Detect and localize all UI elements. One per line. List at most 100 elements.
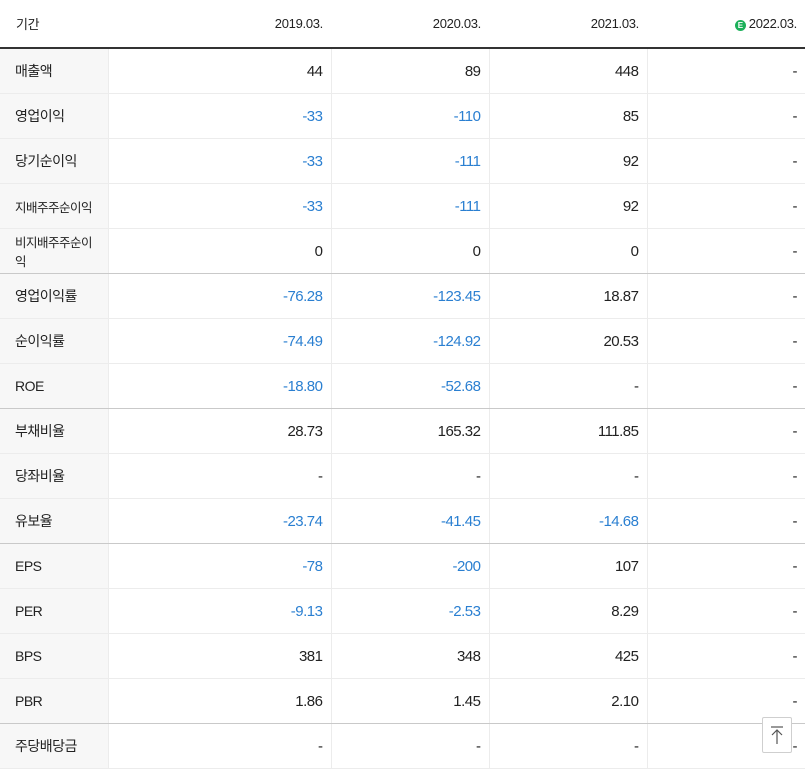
row-label: 유보율 — [0, 498, 108, 544]
row-label: 지배주주순이익 — [0, 183, 108, 229]
value-cell: - — [488, 363, 647, 409]
value-cell: 28.73 — [107, 408, 331, 454]
value-cell: - — [330, 453, 489, 499]
year-header: 2019.03. — [108, 0, 331, 49]
table-row: BPS 381 348 425- — [0, 633, 805, 679]
value-cell: -110 — [330, 93, 489, 139]
row-label: PBR — [0, 678, 108, 724]
value-cell: - — [646, 93, 805, 139]
row-label: BPS — [0, 633, 108, 679]
value-cell: 2.10 — [488, 678, 647, 724]
value-cell: -111 — [330, 138, 489, 184]
row-label: 순이익률 — [0, 318, 108, 364]
year-header-estimate: E 2022.03. — [647, 0, 805, 49]
value-cell: - — [107, 453, 331, 499]
table-row: 유보율 -23.74 -41.45 -14.68- — [0, 498, 805, 544]
table-row: 순이익률 -74.49 -124.92 20.53- — [0, 318, 805, 364]
table-row: 비지배주주순이익 0 0 0- — [0, 228, 805, 274]
value-cell: -33 — [107, 183, 331, 229]
table-body: 매출액 44 89 448- 영업이익 -33 -110 85- 당기순이익 -33 -111 92-… — [0, 48, 805, 769]
value-cell: - — [646, 453, 805, 499]
value-cell: -200 — [330, 543, 489, 589]
header-row: 기간 2019.03. 2020.03. 2021.03. E 2022.03. — [0, 0, 805, 49]
table-row: PBR 1.86 1.45 2.10- — [0, 678, 805, 724]
row-label: 매출액 — [0, 48, 108, 94]
value-cell: -52.68 — [330, 363, 489, 409]
value-cell: 111.85 — [488, 408, 647, 454]
value-cell: 107 — [488, 543, 647, 589]
value-cell: -78 — [107, 543, 331, 589]
value-cell: 448 — [488, 48, 647, 94]
row-label: ROE — [0, 363, 108, 409]
value-cell: - — [646, 273, 805, 319]
value-cell: -111 — [330, 183, 489, 229]
value-cell: - — [488, 453, 647, 499]
value-cell: - — [646, 228, 805, 274]
value-cell: -23.74 — [107, 498, 331, 544]
value-cell: - — [646, 318, 805, 364]
row-label: 영업이익률 — [0, 273, 108, 319]
value-cell: 85 — [488, 93, 647, 139]
value-cell: 0 — [330, 228, 489, 274]
value-cell: 1.45 — [330, 678, 489, 724]
table-row: PER -9.13 -2.53 8.29- — [0, 588, 805, 634]
table-row: EPS -78 -200 107- — [0, 543, 805, 589]
arrow-up-to-top-icon — [771, 726, 783, 744]
value-cell: -14.68 — [488, 498, 647, 544]
table-row: 당기순이익 -33 -111 92- — [0, 138, 805, 184]
value-cell: - — [330, 723, 489, 769]
value-cell: - — [646, 633, 805, 679]
value-cell: -33 — [107, 93, 331, 139]
row-label: 부채비율 — [0, 408, 108, 454]
value-cell: - — [488, 723, 647, 769]
financial-summary-table: 기간 2019.03. 2020.03. 2021.03. E 2022.03. … — [0, 0, 805, 769]
row-label: 당좌비율 — [0, 453, 108, 499]
value-cell: -2.53 — [330, 588, 489, 634]
year-header: 2020.03. — [331, 0, 489, 49]
value-cell: 18.87 — [488, 273, 647, 319]
value-cell: -123.45 — [330, 273, 489, 319]
row-label: PER — [0, 588, 108, 634]
scroll-to-top-button[interactable] — [762, 717, 792, 753]
value-cell: - — [646, 138, 805, 184]
table-row: 주당배당금 - - - - — [0, 723, 805, 769]
row-label: EPS — [0, 543, 108, 589]
value-cell: -9.13 — [107, 588, 331, 634]
row-label: 비지배주주순이익 — [0, 228, 108, 274]
table-row: 부채비율 28.73 165.32 111.85- — [0, 408, 805, 454]
table-row: 영업이익 -33 -110 85- — [0, 93, 805, 139]
value-cell: - — [646, 48, 805, 94]
value-cell: -74.49 — [107, 318, 331, 364]
year-header: 2021.03. — [489, 0, 647, 49]
row-label: 당기순이익 — [0, 138, 108, 184]
value-cell: - — [646, 498, 805, 544]
value-cell: 165.32 — [330, 408, 489, 454]
value-cell: - — [646, 408, 805, 454]
value-cell: -18.80 — [107, 363, 331, 409]
table-row: 당좌비율 - - - - — [0, 453, 805, 499]
value-cell: 44 — [107, 48, 331, 94]
value-cell: - — [646, 588, 805, 634]
value-cell: 348 — [330, 633, 489, 679]
table-row: 매출액 44 89 448- — [0, 48, 805, 94]
value-cell: 92 — [488, 138, 647, 184]
value-cell: - — [646, 543, 805, 589]
value-cell: -33 — [107, 138, 331, 184]
value-cell: 89 — [330, 48, 489, 94]
value-cell: -76.28 — [107, 273, 331, 319]
value-cell: 381 — [107, 633, 331, 679]
row-label: 주당배당금 — [0, 723, 108, 769]
value-cell: - — [107, 723, 331, 769]
value-cell: 1.86 — [107, 678, 331, 724]
value-cell: 92 — [488, 183, 647, 229]
year-header-label: 2022.03. — [748, 16, 798, 31]
value-cell: 0 — [488, 228, 647, 274]
value-cell: 0 — [107, 228, 331, 274]
table-row: 영업이익률 -76.28 -123.45 18.87- — [0, 273, 805, 319]
value-cell: 425 — [488, 633, 647, 679]
value-cell: - — [646, 183, 805, 229]
row-label: 영업이익 — [0, 93, 108, 139]
value-cell: -124.92 — [330, 318, 489, 364]
value-cell: -41.45 — [330, 498, 489, 544]
value-cell: - — [646, 363, 805, 409]
